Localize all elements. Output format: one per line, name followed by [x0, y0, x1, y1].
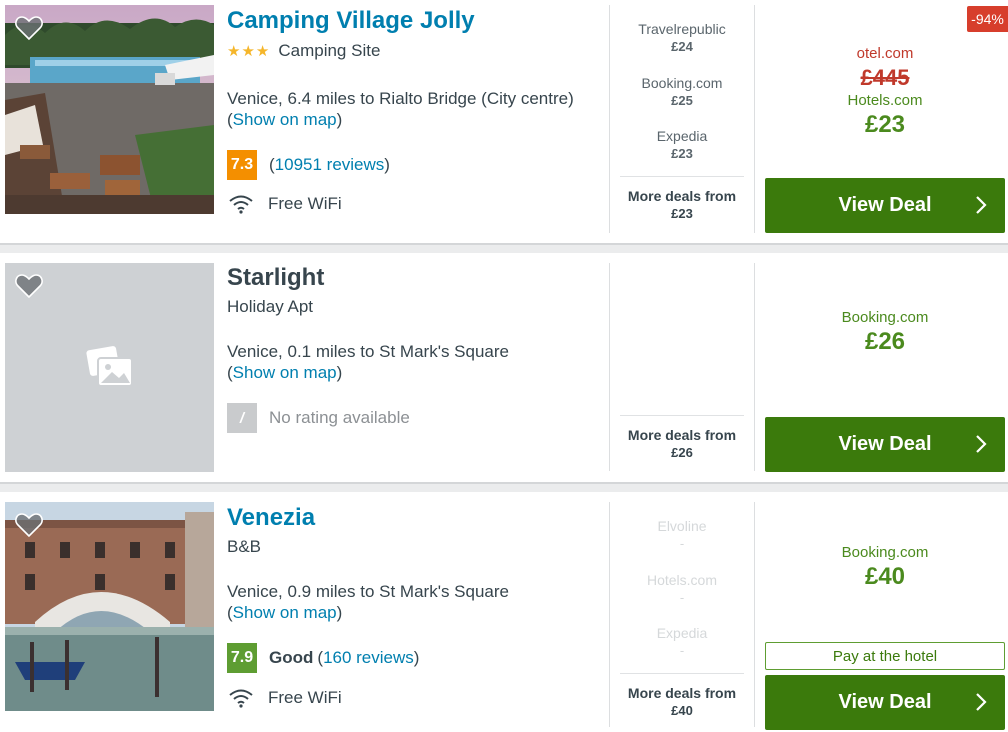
- wifi-icon: [229, 689, 253, 708]
- show-on-map-link[interactable]: Show on map: [233, 363, 337, 382]
- more-deals-link[interactable]: More deals from £40: [620, 673, 744, 720]
- card-separator: [0, 482, 1008, 492]
- star-rating-icon: ★★★: [227, 43, 271, 60]
- hotel-type: ★★★ Camping Site: [227, 41, 380, 61]
- chevron-right-icon: [976, 196, 987, 214]
- show-on-map-link[interactable]: Show on map: [233, 110, 337, 129]
- divider: [609, 502, 610, 727]
- best-price: £23: [864, 111, 906, 138]
- discount-badge: -94%: [967, 6, 1008, 32]
- more-deals-link[interactable]: More deals from £23: [620, 176, 744, 223]
- best-price: £26: [864, 328, 906, 355]
- hotel-card-venezia: Venezia B&B Venice, 0.9 miles to St Mark…: [0, 492, 1008, 732]
- wifi-icon: [229, 195, 253, 214]
- no-photo-icon: [86, 346, 133, 387]
- amenity-row: Free WiFi: [228, 688, 342, 708]
- hotel-location: Venice, 6.4 miles to Rialto Bridge (City…: [227, 88, 574, 130]
- no-rating-text: No rating available: [269, 408, 410, 427]
- location-text: Venice, 0.1 miles to St Mark's Square: [227, 342, 509, 361]
- pay-at-hotel-badge: Pay at the hotel: [765, 642, 1005, 670]
- show-on-map-wrapper: (Show on map): [227, 603, 343, 622]
- best-provider: Hotels.com: [847, 92, 923, 109]
- rating-row: / No rating available: [227, 403, 410, 433]
- deal-item-unavailable: Hotels.com -: [646, 572, 718, 605]
- rating-score-badge: 7.9: [227, 643, 257, 673]
- show-on-map-wrapper: (Show on map): [227, 110, 343, 129]
- card-separator: [0, 243, 1008, 253]
- deal-item[interactable]: Expedia £23: [620, 127, 744, 163]
- chevron-right-icon: [976, 435, 987, 453]
- favorite-heart-icon[interactable]: [15, 512, 43, 538]
- amenity-row: Free WiFi: [228, 194, 342, 214]
- best-provider: Booking.com: [841, 544, 929, 561]
- best-deal-summary: otel.com £445 Hotels.com £23: [765, 45, 1005, 139]
- hotel-photo-placeholder[interactable]: [5, 263, 214, 472]
- deal-item[interactable]: Travelrepublic £24: [620, 20, 744, 56]
- divider: [754, 263, 755, 471]
- view-deal-button[interactable]: View Deal: [765, 178, 1005, 233]
- amenity-label: Free WiFi: [268, 688, 342, 707]
- chevron-right-icon: [976, 693, 987, 711]
- hotel-card-starlight: Starlight Holiday Apt Venice, 0.1 miles …: [0, 253, 1008, 481]
- best-provider: Booking.com: [841, 309, 929, 326]
- struck-provider: otel.com: [856, 45, 914, 62]
- view-deal-button[interactable]: View Deal: [765, 675, 1005, 730]
- best-price: £40: [864, 563, 906, 590]
- reviews-link[interactable]: 160 reviews: [323, 648, 414, 668]
- favorite-heart-icon[interactable]: [15, 15, 43, 41]
- best-deal-summary: Booking.com £40: [765, 544, 1005, 591]
- hotel-name[interactable]: Starlight: [227, 264, 324, 292]
- rating-row: 7.3 (10951 reviews): [227, 150, 390, 180]
- favorite-heart-icon[interactable]: [15, 273, 43, 299]
- hotel-type-label: B&B: [227, 537, 262, 556]
- best-deal-summary: Booking.com £26: [765, 309, 1005, 356]
- deal-item[interactable]: Booking.com £25: [620, 74, 744, 110]
- view-deal-button[interactable]: View Deal: [765, 417, 1005, 472]
- divider: [754, 5, 755, 233]
- show-on-map-wrapper: (Show on map): [227, 363, 343, 382]
- divider: [609, 5, 610, 233]
- rating-score-badge: 7.3: [227, 150, 257, 180]
- reviews-link[interactable]: 10951 reviews: [275, 155, 385, 175]
- location-text: Venice, 6.4 miles to Rialto Bridge (City…: [227, 89, 574, 108]
- struck-price: £445: [860, 65, 910, 90]
- rating-word: Good: [269, 648, 314, 667]
- location-text: Venice, 0.9 miles to St Mark's Square: [227, 582, 509, 601]
- deal-item-unavailable: Elvoline -: [657, 518, 707, 551]
- deal-item-unavailable: Expedia -: [656, 625, 708, 658]
- hotel-location: Venice, 0.1 miles to St Mark's Square (S…: [227, 341, 509, 383]
- hotel-photo[interactable]: [5, 5, 214, 214]
- hotel-card-camping-village-jolly: Camping Village Jolly ★★★ Camping Site Ve…: [0, 0, 1008, 243]
- amenity-label: Free WiFi: [268, 194, 342, 213]
- more-deals-link[interactable]: More deals from £26: [620, 415, 744, 462]
- hotel-type-label: Holiday Apt: [227, 297, 313, 316]
- hotel-name-link[interactable]: Camping Village Jolly: [227, 7, 475, 35]
- show-on-map-link[interactable]: Show on map: [233, 603, 337, 622]
- rating-score-badge: /: [227, 403, 257, 433]
- hotel-type-label: Camping Site: [278, 41, 381, 60]
- hotel-name-link[interactable]: Venezia: [227, 504, 315, 532]
- divider: [609, 263, 610, 471]
- rating-row: 7.9 Good(160 reviews): [227, 643, 419, 673]
- divider: [754, 502, 755, 727]
- hotel-location: Venice, 0.9 miles to St Mark's Square (S…: [227, 581, 509, 623]
- hotel-photo[interactable]: [5, 502, 214, 711]
